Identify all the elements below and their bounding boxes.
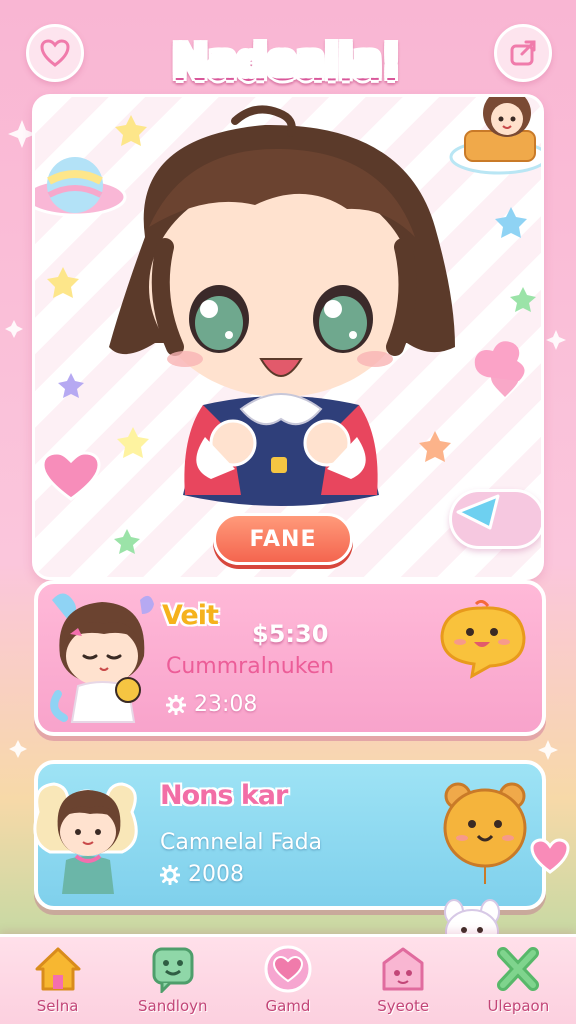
card-subtitle: Cummralnuken [166, 654, 335, 679]
home-icon [35, 947, 81, 991]
chibi-girl [109, 105, 455, 506]
nav-item-chat[interactable]: Sandloyn [118, 945, 228, 1015]
avatar [50, 593, 154, 723]
game-screen: Nadeaiia! FANE Veit $5:30 Cummralnuken 2… [0, 0, 576, 1024]
bottom-navigation: Selna Sandloyn Gamd Syeote Ulepaon [0, 934, 576, 1024]
nav-item-game[interactable]: Gamd [233, 945, 343, 1015]
shop-icon [382, 947, 424, 991]
nav-item-shop[interactable]: Syeote [348, 945, 458, 1015]
card-subtitle: Camnelal Fada [160, 830, 323, 855]
hero-action-button[interactable]: FANE [213, 513, 353, 565]
chat-bubble-mascot-icon [440, 600, 526, 679]
share-button[interactable] [494, 24, 552, 82]
heart-icon [40, 39, 70, 67]
card-stat: 23:08 [166, 692, 257, 717]
nav-label: Ulepaon [487, 997, 550, 1015]
close-icon [497, 947, 540, 991]
card-stat-value: 2008 [188, 862, 244, 887]
hero-panel: FANE [32, 94, 544, 580]
nav-label: Selna [36, 997, 79, 1015]
bear-balloon-mascot-icon [443, 782, 527, 884]
play-button[interactable] [449, 489, 541, 549]
nav-label: Sandloyn [138, 997, 208, 1015]
character-card-nons-kar[interactable]: Nons kar Camnelal Fada 2008 [33, 760, 546, 910]
avatar [33, 782, 138, 894]
chat-icon [152, 947, 194, 993]
favorite-button[interactable] [26, 24, 84, 82]
card-name: Nons kar [160, 780, 288, 811]
card-name: Veit [162, 600, 219, 631]
nav-item-home[interactable]: Selna [3, 945, 113, 1015]
nav-item-close[interactable]: Ulepaon [463, 945, 573, 1015]
card-stat: 2008 [160, 862, 244, 887]
game-title: Nadeaiia! [136, 24, 436, 96]
heart-decoration [530, 838, 570, 874]
card-price: $5:30 [252, 620, 329, 648]
gear-icon [166, 694, 186, 715]
nav-label: Gamd [265, 997, 311, 1015]
character-card-veit[interactable]: Veit $5:30 Cummralnuken 23:08 [34, 580, 546, 736]
play-icon [456, 494, 500, 530]
share-icon [510, 40, 536, 66]
card-stat-value: 23:08 [194, 692, 258, 717]
gear-icon [160, 864, 180, 885]
heart-icon [264, 945, 312, 993]
nav-label: Syeote [377, 997, 430, 1015]
